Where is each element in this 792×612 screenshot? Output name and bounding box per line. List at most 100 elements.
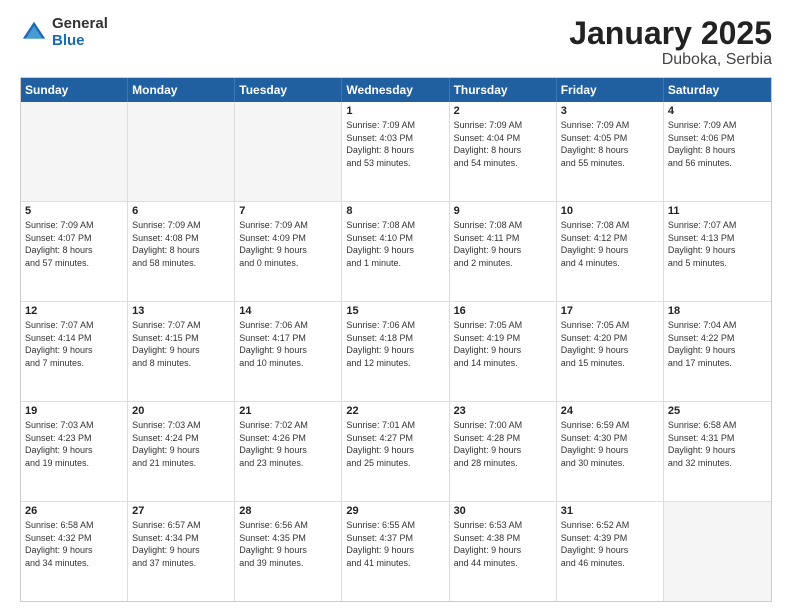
day-cell-empty <box>128 102 235 201</box>
title-block: January 2025 Duboka, Serbia <box>569 16 772 69</box>
logo-icon <box>20 19 48 47</box>
day-cell-20: 20Sunrise: 7:03 AM Sunset: 4:24 PM Dayli… <box>128 402 235 501</box>
logo: General Blue <box>20 16 108 49</box>
day-info: Sunrise: 7:00 AM Sunset: 4:28 PM Dayligh… <box>454 419 552 469</box>
day-cell-empty <box>664 502 771 601</box>
logo-text: General Blue <box>52 16 108 49</box>
header-cell-tuesday: Tuesday <box>235 78 342 102</box>
day-info: Sunrise: 6:58 AM Sunset: 4:31 PM Dayligh… <box>668 419 767 469</box>
day-number: 3 <box>561 105 659 117</box>
header-cell-wednesday: Wednesday <box>342 78 449 102</box>
day-cell-17: 17 Sunrise: 7:05 AM Sunset: 4:20 PM Dayli… <box>557 302 664 401</box>
day-cell-4: 4 Sunrise: 7:09 AM Sunset: 4:06 PM Daylig… <box>664 102 771 201</box>
day-cell-10: 10 Sunrise: 7:08 AM Sunset: 4:12 PM Dayli… <box>557 202 664 301</box>
day-number: 26 <box>25 505 123 517</box>
day-cell-29: 29 Sunrise: 6:55 AM Sunset: 4:37 PM Dayli… <box>342 502 449 601</box>
day-number: 2 <box>454 105 552 117</box>
day-cell-27: 27 Sunrise: 6:57 AM Sunset: 4:34 PM Dayli… <box>128 502 235 601</box>
day-cell-24: 24 Sunrise: 6:59 AM Sunset: 4:30 PM Dayli… <box>557 402 664 501</box>
day-number: 29 <box>346 505 444 517</box>
day-number: 5 <box>25 205 123 217</box>
day-info: Sunrise: 6:55 AM Sunset: 4:37 PM Dayligh… <box>346 519 444 569</box>
day-cell-11: 11 Sunrise: 7:07 AM Sunset: 4:13 PM Dayli… <box>664 202 771 301</box>
header-cell-saturday: Saturday <box>664 78 771 102</box>
header-cell-monday: Monday <box>128 78 235 102</box>
day-number: 24 <box>561 405 659 417</box>
day-info: Sunrise: 7:09 AM Sunset: 4:04 PM Dayligh… <box>454 119 552 169</box>
day-number: 28 <box>239 505 337 517</box>
day-number: 9 <box>454 205 552 217</box>
logo-blue: Blue <box>52 33 108 50</box>
page: General Blue January 2025 Duboka, Serbia… <box>0 0 792 612</box>
day-number: 22 <box>346 405 444 417</box>
header-cell-thursday: Thursday <box>450 78 557 102</box>
day-number: 27 <box>132 505 230 517</box>
day-cell-18: 18Sunrise: 7:04 AM Sunset: 4:22 PM Dayli… <box>664 302 771 401</box>
title-location: Duboka, Serbia <box>569 51 772 69</box>
header-cell-sunday: Sunday <box>21 78 128 102</box>
day-cell-5: 5 Sunrise: 7:09 AM Sunset: 4:07 PM Daylig… <box>21 202 128 301</box>
day-cell-empty <box>235 102 342 201</box>
day-number: 11 <box>668 205 767 217</box>
day-number: 25 <box>668 405 767 417</box>
day-number: 7 <box>239 205 337 217</box>
day-cell-7: 7 Sunrise: 7:09 AM Sunset: 4:09 PM Daylig… <box>235 202 342 301</box>
day-cell-13: 13 Sunrise: 7:07 AM Sunset: 4:15 PM Dayli… <box>128 302 235 401</box>
day-cell-6: 6 Sunrise: 7:09 AM Sunset: 4:08 PM Daylig… <box>128 202 235 301</box>
day-info: Sunrise: 7:03 AM Sunset: 4:23 PM Dayligh… <box>25 419 123 469</box>
day-info: Sunrise: 7:09 AM Sunset: 4:09 PM Dayligh… <box>239 219 337 269</box>
day-info: Sunrise: 7:09 AM Sunset: 4:03 PM Dayligh… <box>346 119 444 169</box>
calendar: SundayMondayTuesdayWednesdayThursdayFrid… <box>20 77 772 602</box>
week-row-3: 12Sunrise: 7:07 AM Sunset: 4:14 PM Dayli… <box>21 302 771 402</box>
day-cell-8: 8 Sunrise: 7:08 AM Sunset: 4:10 PM Daylig… <box>342 202 449 301</box>
day-cell-16: 16Sunrise: 7:05 AM Sunset: 4:19 PM Dayli… <box>450 302 557 401</box>
day-number: 1 <box>346 105 444 117</box>
day-info: Sunrise: 7:08 AM Sunset: 4:11 PM Dayligh… <box>454 219 552 269</box>
day-info: Sunrise: 7:07 AM Sunset: 4:13 PM Dayligh… <box>668 219 767 269</box>
day-info: Sunrise: 7:06 AM Sunset: 4:17 PM Dayligh… <box>239 319 337 369</box>
day-cell-22: 22 Sunrise: 7:01 AM Sunset: 4:27 PM Dayli… <box>342 402 449 501</box>
logo-general: General <box>52 16 108 33</box>
header: General Blue January 2025 Duboka, Serbia <box>20 16 772 69</box>
week-row-5: 26 Sunrise: 6:58 AM Sunset: 4:32 PM Dayli… <box>21 502 771 601</box>
day-info: Sunrise: 6:56 AM Sunset: 4:35 PM Dayligh… <box>239 519 337 569</box>
day-info: Sunrise: 7:05 AM Sunset: 4:20 PM Dayligh… <box>561 319 659 369</box>
day-cell-1: 1 Sunrise: 7:09 AM Sunset: 4:03 PM Daylig… <box>342 102 449 201</box>
day-number: 15 <box>346 305 444 317</box>
day-number: 31 <box>561 505 659 517</box>
day-info: Sunrise: 7:01 AM Sunset: 4:27 PM Dayligh… <box>346 419 444 469</box>
day-cell-15: 15 Sunrise: 7:06 AM Sunset: 4:18 PM Dayli… <box>342 302 449 401</box>
day-number: 16 <box>454 305 552 317</box>
day-number: 8 <box>346 205 444 217</box>
day-cell-14: 14Sunrise: 7:06 AM Sunset: 4:17 PM Dayli… <box>235 302 342 401</box>
day-number: 12 <box>25 305 123 317</box>
day-info: Sunrise: 7:09 AM Sunset: 4:07 PM Dayligh… <box>25 219 123 269</box>
day-number: 20 <box>132 405 230 417</box>
day-number: 17 <box>561 305 659 317</box>
day-cell-9: 9 Sunrise: 7:08 AM Sunset: 4:11 PM Daylig… <box>450 202 557 301</box>
day-number: 4 <box>668 105 767 117</box>
day-number: 13 <box>132 305 230 317</box>
day-info: Sunrise: 7:09 AM Sunset: 4:08 PM Dayligh… <box>132 219 230 269</box>
title-month: January 2025 <box>569 16 772 51</box>
day-number: 6 <box>132 205 230 217</box>
day-cell-28: 28 Sunrise: 6:56 AM Sunset: 4:35 PM Dayli… <box>235 502 342 601</box>
day-cell-26: 26 Sunrise: 6:58 AM Sunset: 4:32 PM Dayli… <box>21 502 128 601</box>
day-cell-19: 19Sunrise: 7:03 AM Sunset: 4:23 PM Dayli… <box>21 402 128 501</box>
day-info: Sunrise: 6:57 AM Sunset: 4:34 PM Dayligh… <box>132 519 230 569</box>
day-info: Sunrise: 7:07 AM Sunset: 4:15 PM Dayligh… <box>132 319 230 369</box>
day-info: Sunrise: 7:09 AM Sunset: 4:06 PM Dayligh… <box>668 119 767 169</box>
day-info: Sunrise: 6:59 AM Sunset: 4:30 PM Dayligh… <box>561 419 659 469</box>
week-row-2: 5 Sunrise: 7:09 AM Sunset: 4:07 PM Daylig… <box>21 202 771 302</box>
calendar-header-row: SundayMondayTuesdayWednesdayThursdayFrid… <box>21 78 771 102</box>
day-info: Sunrise: 6:52 AM Sunset: 4:39 PM Dayligh… <box>561 519 659 569</box>
calendar-body: 1 Sunrise: 7:09 AM Sunset: 4:03 PM Daylig… <box>21 102 771 601</box>
day-number: 10 <box>561 205 659 217</box>
day-cell-21: 21Sunrise: 7:02 AM Sunset: 4:26 PM Dayli… <box>235 402 342 501</box>
day-info: Sunrise: 7:08 AM Sunset: 4:12 PM Dayligh… <box>561 219 659 269</box>
day-info: Sunrise: 7:08 AM Sunset: 4:10 PM Dayligh… <box>346 219 444 269</box>
day-info: Sunrise: 6:58 AM Sunset: 4:32 PM Dayligh… <box>25 519 123 569</box>
week-row-1: 1 Sunrise: 7:09 AM Sunset: 4:03 PM Daylig… <box>21 102 771 202</box>
day-info: Sunrise: 7:06 AM Sunset: 4:18 PM Dayligh… <box>346 319 444 369</box>
day-info: Sunrise: 7:09 AM Sunset: 4:05 PM Dayligh… <box>561 119 659 169</box>
